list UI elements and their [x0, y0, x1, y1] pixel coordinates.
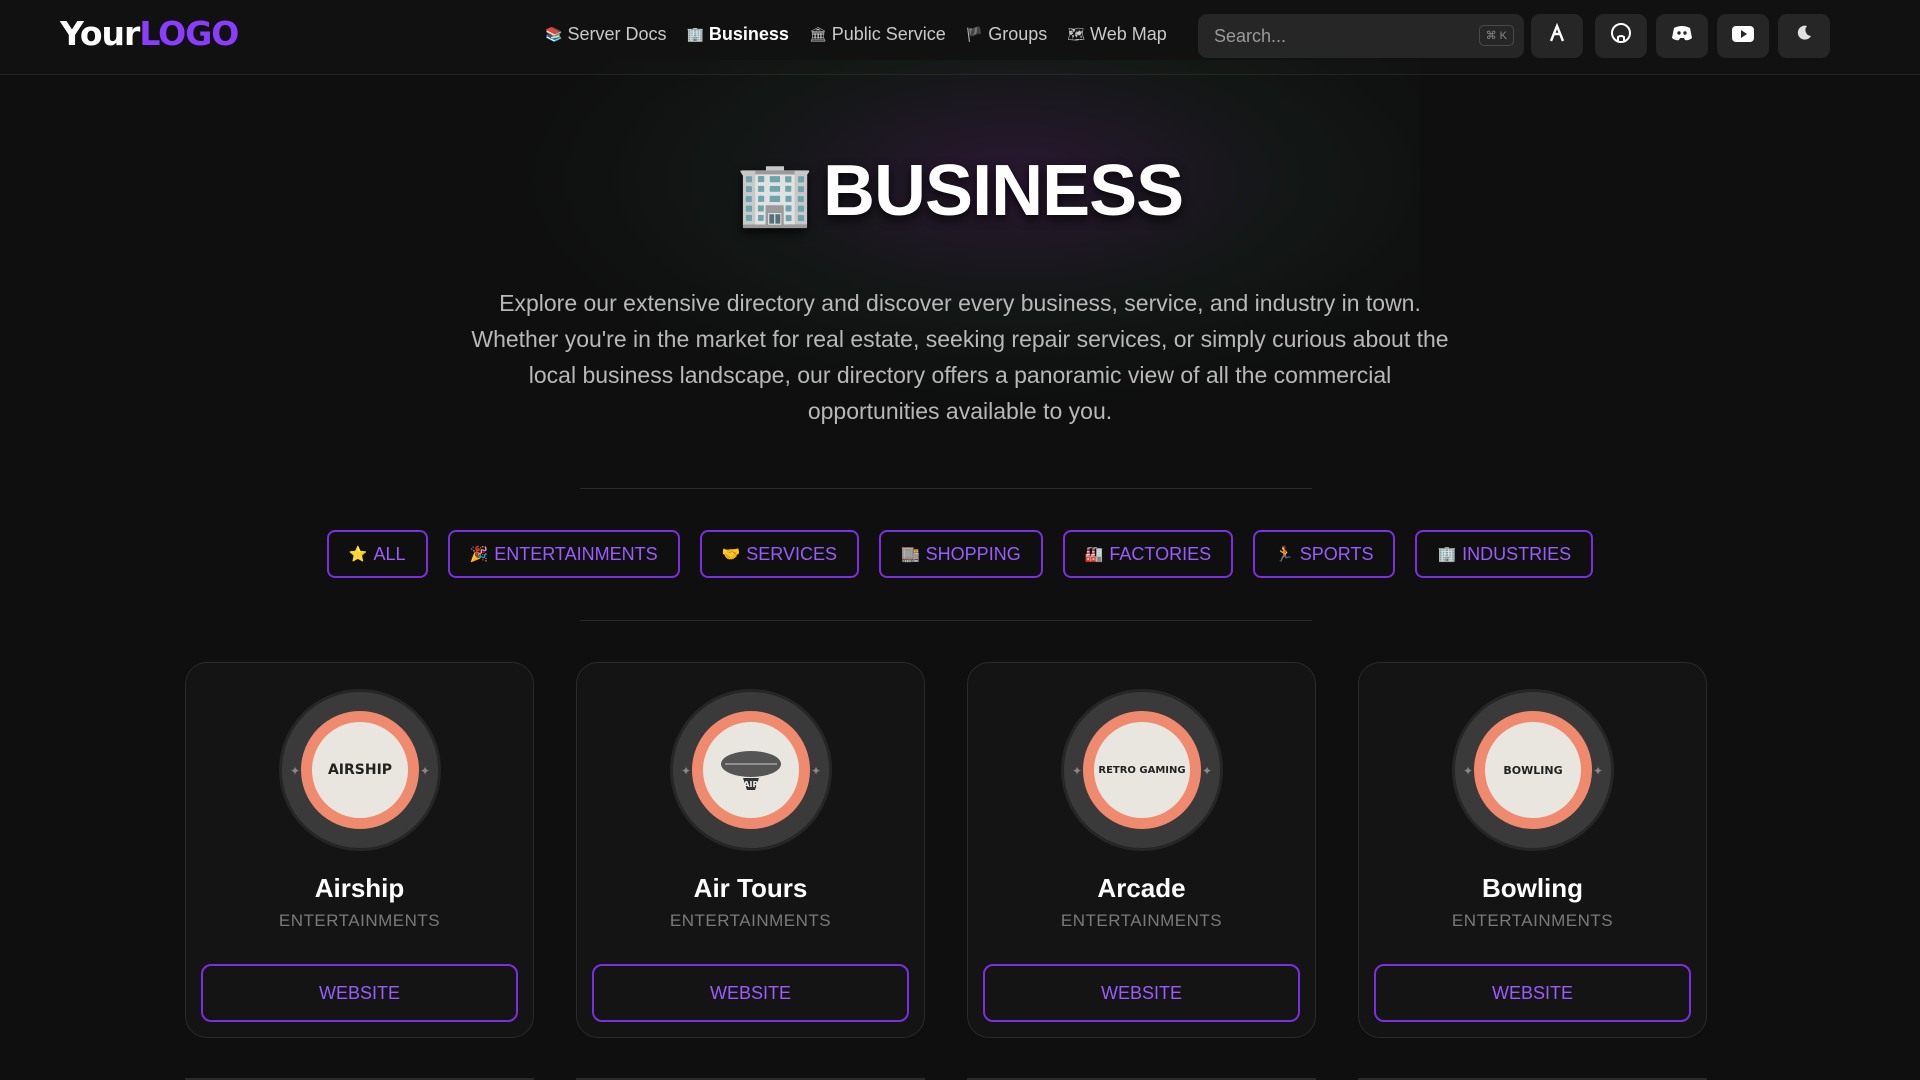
- discord-button[interactable]: [1656, 14, 1708, 58]
- filter-label: INDUSTRIES: [1462, 543, 1572, 564]
- card-category: ENTERTAINMENTS: [1060, 911, 1223, 930]
- filter-label: ENTERTAINMENTS: [494, 543, 658, 564]
- page-title: 🏢 BUSINESS: [0, 150, 1920, 232]
- nav-link-label: Web Map: [1090, 24, 1167, 44]
- youtube-button[interactable]: [1717, 14, 1769, 58]
- filter-label: SPORTS: [1299, 543, 1374, 564]
- factory-icon: 🏭: [1084, 546, 1104, 563]
- card-category: ENTERTAINMENTS: [278, 911, 441, 930]
- nextra-button[interactable]: [1531, 14, 1583, 58]
- card-title: Arcade: [1097, 873, 1186, 903]
- filter-label: FACTORIES: [1109, 543, 1212, 564]
- business-card: ✦ AIRSHIP ✦ Airship ENTERTAINMENTS WEBSI…: [185, 662, 534, 1038]
- badge-ring: AIR: [692, 711, 810, 829]
- business-card: ✦ RETRO GAMING ✦ Arcade ENTERTAINMENTS W…: [967, 662, 1316, 1038]
- classical-building-icon: 🏛: [808, 26, 827, 42]
- star-icon: ✦: [419, 764, 430, 778]
- star-icon: ✦: [290, 764, 301, 778]
- badge-ring: RETRO GAMING: [1083, 711, 1201, 829]
- filter-all-button[interactable]: ⭐ ALL: [326, 530, 428, 578]
- search-input[interactable]: Search... ⌘ K: [1198, 14, 1524, 58]
- website-button[interactable]: WEBSITE: [592, 964, 909, 1022]
- filter-label: SHOPPING: [925, 543, 1021, 564]
- star-icon: ⭐: [348, 546, 368, 563]
- bowling-logo-image: ✦ BOWLING ✦: [1452, 689, 1614, 851]
- svg-text:AIR: AIR: [743, 780, 758, 789]
- star-icon: ✦: [681, 764, 692, 778]
- website-button[interactable]: WEBSITE: [1374, 964, 1691, 1022]
- card-title: Air Tours: [693, 873, 808, 903]
- business-card: ✦ AIR ✦ Air Tours ENTERTAINMENTS WEBSITE: [576, 662, 925, 1038]
- filter-label: SERVICES: [746, 543, 837, 564]
- filter-services-button[interactable]: 🤝 SERVICES: [699, 530, 859, 578]
- handshake-icon: 🤝: [721, 546, 741, 563]
- filter-shopping-button[interactable]: 🏬 SHOPPING: [878, 530, 1043, 578]
- filter-entertainments-button[interactable]: 🎉 ENTERTAINMENTS: [447, 530, 680, 578]
- discord-icon: [1671, 24, 1693, 48]
- badge-inner: BOWLING: [1485, 722, 1581, 818]
- runner-icon: 🏃: [1275, 546, 1294, 563]
- map-icon: 🗺: [1067, 26, 1086, 42]
- site-logo[interactable]: YourLOGO: [60, 14, 239, 53]
- star-icon: ✦: [1592, 764, 1603, 778]
- business-card: ✦ BOWLING ✦ Bowling ENTERTAINMENTS WEBSI…: [1358, 662, 1707, 1038]
- badge-inner: AIRSHIP: [312, 722, 408, 818]
- category-filters: ⭐ ALL 🎉 ENTERTAINMENTS 🤝 SERVICES 🏬 SHOP…: [0, 530, 1920, 578]
- star-icon: ✦: [1072, 764, 1083, 778]
- nav-link-label: Public Service: [831, 24, 946, 44]
- nav-link-label: Groups: [988, 24, 1048, 44]
- arcade-logo-image: ✦ RETRO GAMING ✦: [1061, 689, 1223, 851]
- github-button[interactable]: [1595, 14, 1647, 58]
- office-building-icon: 🏢: [1437, 546, 1457, 563]
- badge-ring: BOWLING: [1474, 711, 1592, 829]
- nav-link-label: Server Docs: [567, 24, 667, 44]
- moon-icon: [1795, 24, 1813, 48]
- badge-ring: AIRSHIP: [301, 711, 419, 829]
- office-building-icon: 🏢: [686, 26, 704, 42]
- card-category: ENTERTAINMENTS: [1451, 911, 1614, 930]
- nav-link-public-service[interactable]: 🏛 Public Service: [809, 24, 946, 45]
- youtube-icon: [1732, 25, 1754, 48]
- star-icon: ✦: [1463, 764, 1474, 778]
- card-title: Bowling: [1481, 873, 1584, 903]
- star-icon: ✦: [1201, 764, 1212, 778]
- search-shortcut-badge: ⌘ K: [1478, 25, 1514, 46]
- badge-inner: AIR: [703, 722, 799, 818]
- filter-sports-button[interactable]: 🏃 SPORTS: [1253, 530, 1396, 578]
- badge-inner: RETRO GAMING: [1094, 722, 1190, 818]
- nav-links: 📚 Server Docs 🏢 Business 🏛 Public Servic…: [545, 24, 1167, 45]
- blimp-icon: AIR: [721, 751, 781, 790]
- card-category: ENTERTAINMENTS: [669, 911, 832, 930]
- airship-logo-image: ✦ AIRSHIP ✦: [279, 689, 441, 851]
- air-tours-logo-image: ✦ AIR ✦: [670, 689, 832, 851]
- website-button[interactable]: WEBSITE: [983, 964, 1300, 1022]
- flag-icon: 🏴: [965, 26, 984, 42]
- nav-link-web-map[interactable]: 🗺 Web Map: [1067, 24, 1166, 45]
- website-button[interactable]: WEBSITE: [201, 964, 518, 1022]
- nav-link-business[interactable]: 🏢 Business: [686, 24, 788, 45]
- party-popper-icon: 🎉: [469, 546, 489, 563]
- divider-top: [580, 488, 1312, 489]
- nextra-icon: [1547, 22, 1567, 49]
- filter-label: ALL: [373, 543, 406, 564]
- theme-toggle-button[interactable]: [1778, 14, 1830, 58]
- books-icon: 📚: [545, 26, 563, 42]
- logo-part-logo: LOGO: [139, 14, 239, 53]
- card-title: Airship: [314, 873, 405, 903]
- logo-part-your: Your: [60, 14, 140, 53]
- department-store-icon: 🏬: [900, 546, 920, 563]
- office-building-icon: 🏢: [736, 160, 814, 229]
- filter-industries-button[interactable]: 🏢 INDUSTRIES: [1415, 530, 1594, 578]
- nav-link-server-docs[interactable]: 📚 Server Docs: [545, 24, 666, 45]
- nav-link-groups[interactable]: 🏴 Groups: [966, 24, 1047, 45]
- github-icon: [1610, 22, 1632, 50]
- star-icon: ✦: [810, 764, 821, 778]
- filter-factories-button[interactable]: 🏭 FACTORIES: [1062, 530, 1234, 578]
- page-description: Explore our extensive directory and disc…: [471, 290, 1449, 424]
- search-placeholder: Search...: [1214, 25, 1287, 46]
- nav-link-label: Business: [708, 24, 789, 44]
- divider-bottom: [580, 620, 1312, 621]
- page-title-text: BUSINESS: [823, 151, 1184, 231]
- business-card-grid: ✦ AIRSHIP ✦ Airship ENTERTAINMENTS WEBSI…: [185, 662, 1707, 1038]
